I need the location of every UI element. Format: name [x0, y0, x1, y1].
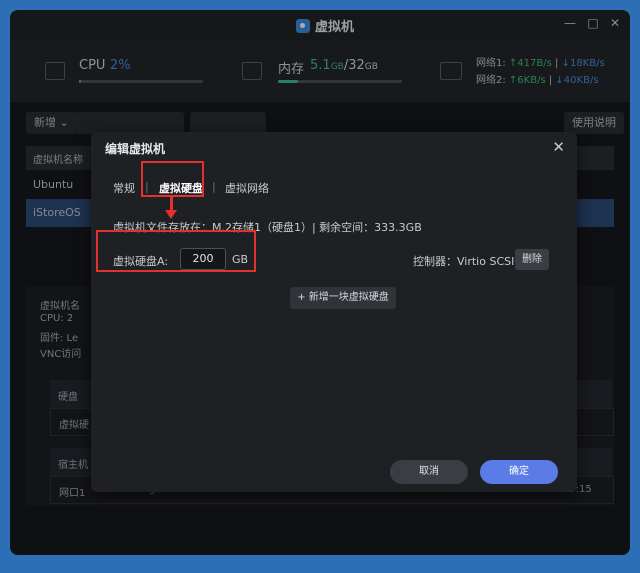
delete-disk-button[interactable]: 删除 — [515, 249, 549, 270]
confirm-button[interactable]: 确定 — [480, 460, 558, 484]
annotation-arrow-shaft — [170, 197, 173, 211]
highlight-tab-box — [141, 161, 204, 197]
tab-virtual-network[interactable]: 虚拟网络 — [225, 180, 269, 196]
cancel-button[interactable]: 取消 — [390, 460, 468, 484]
annotation-arrow-icon — [165, 210, 177, 219]
controller-info: 控制器：Virtio SCSI — [413, 255, 515, 268]
highlight-disk-box — [96, 230, 256, 272]
dialog-title: 编辑虚拟机 — [105, 142, 166, 156]
tab-separator: | — [212, 180, 216, 193]
vm-window: 虚拟机 — □ ✕ CPU 2% 内存 5.1GB/32GB 网络1: ↑417… — [10, 10, 630, 555]
tab-general[interactable]: 常规 — [113, 180, 135, 196]
dialog-close-icon[interactable]: ✕ — [552, 138, 565, 156]
add-disk-button[interactable]: + 新增一块虚拟硬盘 — [290, 287, 396, 309]
